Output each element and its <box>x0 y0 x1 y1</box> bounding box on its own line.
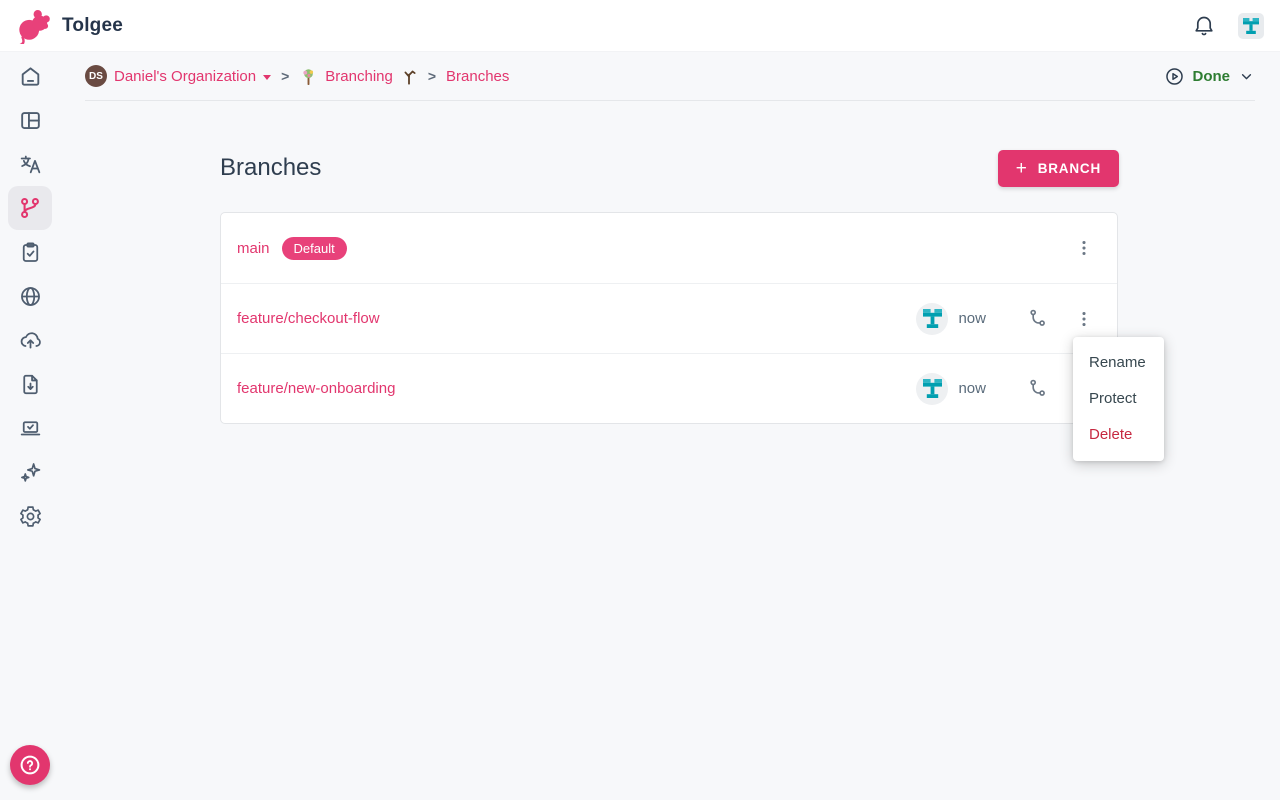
blossom-tree-icon <box>299 67 318 86</box>
updated-time: now <box>958 310 986 327</box>
dashboard-icon <box>18 108 43 133</box>
row-actions <box>1049 237 1095 259</box>
app-logo[interactable]: Tolgee <box>16 8 123 44</box>
breadcrumb-page-link[interactable]: Branches <box>446 68 509 85</box>
sidebar-item-integrate[interactable] <box>8 406 52 450</box>
sparkles-icon <box>18 460 43 485</box>
tasks-clipboard-icon <box>18 240 43 265</box>
laptop-check-icon <box>18 416 43 441</box>
file-download-icon <box>18 372 43 397</box>
help-button[interactable] <box>10 745 50 785</box>
question-mark-icon <box>18 753 42 777</box>
menu-item-protect[interactable]: Protect <box>1073 381 1164 417</box>
sidebar-item-tasks[interactable] <box>8 230 52 274</box>
branch-context-menu: Rename Protect Delete <box>1073 337 1164 461</box>
app-title: Tolgee <box>62 15 123 37</box>
gear-icon <box>18 504 43 529</box>
branch-menu-dots-icon[interactable] <box>1073 308 1095 330</box>
add-branch-label: BRANCH <box>1038 161 1101 176</box>
cloud-upload-icon <box>18 328 43 353</box>
sidebar-item-dashboard[interactable] <box>8 98 52 142</box>
bare-tree-icon <box>400 67 418 86</box>
identicon-icon <box>923 309 942 328</box>
header-actions <box>1192 13 1264 39</box>
status-label: Done <box>1193 68 1231 85</box>
branch-name-link[interactable]: feature/checkout-flow <box>237 310 380 327</box>
top-header: Tolgee <box>0 0 1280 52</box>
branch-icon <box>17 195 43 221</box>
branch-menu-dots-icon[interactable] <box>1073 237 1095 259</box>
add-branch-button[interactable]: + BRANCH <box>998 150 1119 187</box>
sidebar-item-import[interactable] <box>8 362 52 406</box>
translate-icon <box>18 152 43 177</box>
branch-row-main: main Default <box>221 213 1117 283</box>
dropdown-caret-icon <box>263 75 271 80</box>
sidebar-item-export[interactable] <box>8 318 52 362</box>
sidebar-item-ai[interactable] <box>8 450 52 494</box>
plus-icon: + <box>1016 159 1028 178</box>
breadcrumb-separator: > <box>281 68 289 84</box>
menu-item-delete[interactable]: Delete <box>1073 417 1164 453</box>
breadcrumb-separator: > <box>428 68 436 84</box>
branch-list: main Default feature/checkout-flow <box>220 212 1118 424</box>
sidebar-item-settings[interactable] <box>8 494 52 538</box>
default-badge: Default <box>282 237 347 260</box>
notifications-bell-icon[interactable] <box>1192 14 1216 38</box>
identicon-icon <box>923 379 942 398</box>
merge-branch-icon[interactable] <box>1026 377 1049 400</box>
branch-name-link[interactable]: main <box>237 240 270 257</box>
row-actions: now <box>916 373 1095 405</box>
author-avatar <box>916 303 948 335</box>
tolgee-mouse-logo-icon <box>16 8 50 44</box>
breadcrumb: DS Daniel's Organization > Branching <box>85 52 1255 101</box>
row-actions: now <box>916 303 1095 335</box>
breadcrumb-project-label: Branching <box>325 68 393 85</box>
breadcrumb-page-label: Branches <box>446 68 509 85</box>
globe-icon <box>18 284 43 309</box>
home-icon <box>18 64 43 89</box>
branch-name-link[interactable]: feature/new-onboarding <box>237 380 395 397</box>
author-avatar <box>916 373 948 405</box>
task-status-selector[interactable]: Done <box>1164 66 1256 87</box>
merge-branch-icon[interactable] <box>1026 307 1049 330</box>
page-head: Branches + BRANCH <box>220 146 1119 190</box>
identicon-icon <box>1243 18 1259 34</box>
user-avatar[interactable] <box>1238 13 1264 39</box>
play-circle-icon <box>1164 66 1185 87</box>
branch-row-checkout-flow: feature/checkout-flow now <box>221 283 1117 353</box>
sidebar-item-translations[interactable] <box>8 142 52 186</box>
org-avatar: DS <box>85 65 107 87</box>
sidebar-item-branches[interactable] <box>8 186 52 230</box>
tolgee-app: Tolgee DS Daniel' <box>0 0 1280 800</box>
breadcrumb-trail: DS Daniel's Organization > Branching <box>85 65 509 87</box>
breadcrumb-project-link[interactable]: Branching <box>299 67 418 86</box>
sidebar-item-home[interactable] <box>8 54 52 98</box>
breadcrumb-org-link[interactable]: DS Daniel's Organization <box>85 65 271 87</box>
updated-time: now <box>958 380 986 397</box>
page-title: Branches <box>220 154 321 182</box>
chevron-down-icon <box>1238 68 1255 85</box>
menu-item-rename[interactable]: Rename <box>1073 345 1164 381</box>
breadcrumb-org-label: Daniel's Organization <box>114 68 256 85</box>
branch-row-new-onboarding: feature/new-onboarding now <box>221 353 1117 423</box>
sidebar-nav <box>0 52 60 800</box>
sidebar-item-languages[interactable] <box>8 274 52 318</box>
